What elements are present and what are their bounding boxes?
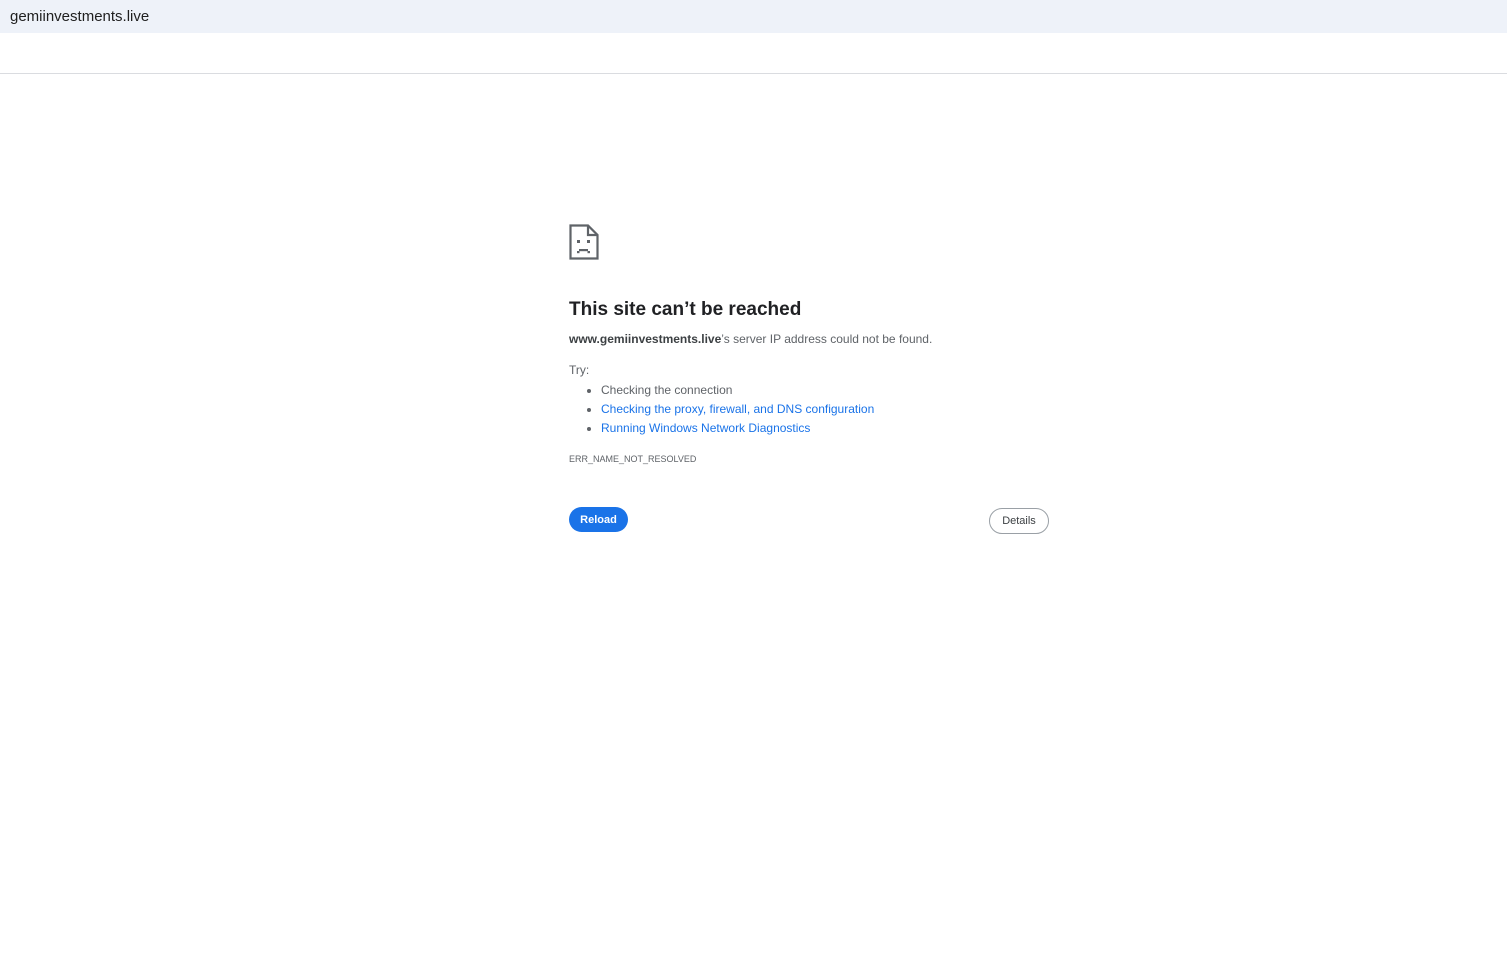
sad-page-icon (569, 224, 599, 260)
address-bar-url[interactable]: gemiinvestments.live (10, 8, 149, 25)
error-description: www.gemiinvestments.live’s server IP add… (569, 331, 1049, 347)
page-title: This site can’t be reached (569, 299, 802, 320)
error-host: www.gemiinvestments.live (569, 332, 722, 346)
suggestion-check-proxy-link[interactable]: Checking the proxy, firewall, and DNS co… (601, 402, 874, 416)
suggestion-network-diagnostics-link[interactable]: Running Windows Network Diagnostics (601, 421, 810, 435)
suggestion-item: Running Windows Network Diagnostics (601, 419, 1049, 438)
suggestion-check-connection: Checking the connection (601, 383, 733, 397)
button-row: Reload Details (569, 507, 1049, 535)
error-description-suffix: ’s server IP address could not be found. (721, 332, 933, 346)
reload-button[interactable]: Reload (569, 507, 628, 532)
suggestion-item: Checking the proxy, firewall, and DNS co… (601, 400, 1049, 419)
suggestion-list: Checking the connection Checking the pro… (569, 381, 1049, 438)
address-bar[interactable]: gemiinvestments.live (0, 0, 1507, 33)
details-button[interactable]: Details (989, 508, 1049, 534)
try-label: Try: (569, 363, 590, 377)
error-code: ERR_NAME_NOT_RESOLVED (569, 454, 697, 464)
error-page: This site can’t be reached www.gemiinves… (569, 224, 1049, 535)
toolbar-strip (0, 33, 1507, 74)
suggestion-item: Checking the connection (601, 381, 1049, 400)
